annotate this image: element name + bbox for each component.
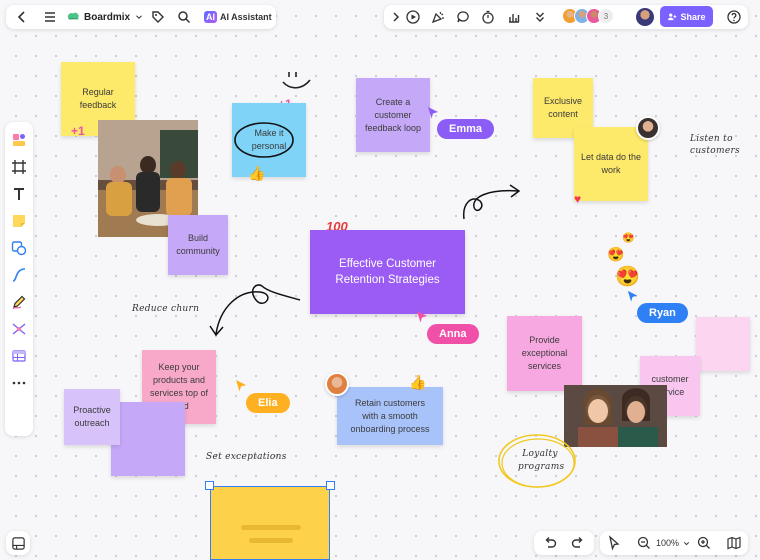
sticky-note-text: Let data do the work bbox=[580, 152, 642, 175]
sticky-note-build-community[interactable]: Build community bbox=[168, 215, 228, 275]
redo-icon[interactable] bbox=[566, 531, 590, 555]
sticky-note-text: Provide exceptional services bbox=[521, 335, 568, 371]
zoom-in-icon[interactable] bbox=[692, 531, 716, 555]
cursor-tag-emma: Emma bbox=[437, 119, 495, 139]
brand-menu[interactable]: Boardmix bbox=[66, 5, 144, 29]
brand-name: Boardmix bbox=[84, 11, 131, 23]
sticky-note-background[interactable] bbox=[696, 317, 750, 371]
smiley-doodle bbox=[282, 72, 311, 89]
zoom-bar: 100% bbox=[600, 531, 748, 555]
thumbs-up-icon: 👍 bbox=[248, 165, 266, 181]
selected-sticky-note[interactable] bbox=[210, 486, 330, 560]
left-toolbar bbox=[5, 122, 33, 436]
add-user-icon bbox=[668, 13, 677, 20]
menu-icon[interactable] bbox=[38, 5, 62, 29]
sticky-note-exceptional-services[interactable]: Provide exceptional services bbox=[507, 316, 582, 391]
thumbs-up-icon: 👍 bbox=[409, 374, 427, 390]
back-icon[interactable] bbox=[10, 5, 34, 29]
connector-icon[interactable] bbox=[8, 264, 30, 286]
cursor-icon bbox=[417, 311, 427, 323]
more-icon[interactable] bbox=[8, 372, 30, 394]
cursor-tag-ryan: Ryan bbox=[637, 303, 688, 323]
avatar bbox=[325, 372, 349, 396]
text-icon[interactable] bbox=[8, 183, 30, 205]
sticky-note-text: Create a customer feedback loop bbox=[364, 96, 422, 133]
boardmix-logo-icon bbox=[67, 12, 79, 20]
avatar bbox=[636, 116, 660, 140]
cursor-icon bbox=[236, 380, 246, 392]
cursor-tag-elia: Elia bbox=[246, 393, 290, 413]
mind-map-icon[interactable] bbox=[8, 318, 30, 340]
shapes-icon[interactable] bbox=[8, 237, 30, 259]
timer-icon[interactable] bbox=[476, 5, 500, 29]
select-pointer-icon[interactable] bbox=[602, 531, 626, 555]
curly-arrow-doodle bbox=[463, 184, 521, 220]
central-topic-card[interactable]: Effective Customer Retention Strategies bbox=[310, 230, 465, 314]
chevron-down-icon bbox=[683, 541, 690, 545]
search-icon[interactable] bbox=[172, 5, 196, 29]
central-topic-title: Effective Customer Retention Strategies bbox=[335, 258, 440, 286]
annotation-loyalty-programs: Loyalty programs bbox=[518, 449, 565, 472]
plus-one-badge: +1 bbox=[71, 124, 85, 138]
top-left-toolbar: Boardmix AI AI Assistant bbox=[6, 5, 276, 29]
sticky-note-text: Proactive outreach bbox=[73, 405, 111, 428]
annotation-reduce-churn: Reduce churn bbox=[132, 304, 200, 314]
sticky-note-text: Exclusive content bbox=[543, 96, 582, 119]
layout-icon bbox=[11, 536, 25, 550]
double-chevron-down-icon[interactable] bbox=[528, 5, 552, 29]
sticky-note-text: Regular feedback bbox=[79, 87, 117, 110]
sticky-note-proactive-outreach[interactable]: Proactive outreach bbox=[64, 389, 120, 445]
chevron-down-icon bbox=[136, 15, 142, 19]
annotation-listen: Listen to customers bbox=[690, 134, 740, 156]
share-label: Share bbox=[680, 11, 706, 22]
map-icon[interactable] bbox=[722, 531, 746, 555]
ai-icon: AI bbox=[204, 11, 217, 23]
selection-handle[interactable] bbox=[326, 481, 335, 490]
selection-handle[interactable] bbox=[205, 481, 214, 490]
templates-icon[interactable] bbox=[8, 129, 30, 151]
ai-assistant-button[interactable]: AI AI Assistant bbox=[204, 5, 272, 29]
emoji-reaction: 😍 bbox=[607, 246, 625, 262]
sticky-note-feedback-loop[interactable]: Create a customer feedback loop bbox=[356, 78, 430, 152]
placeholder-line bbox=[249, 538, 293, 543]
current-user-avatar[interactable] bbox=[636, 8, 654, 26]
play-icon[interactable] bbox=[401, 5, 425, 29]
cursor-icon bbox=[428, 107, 438, 119]
share-button[interactable]: Share bbox=[660, 6, 713, 27]
collaborator-avatars[interactable]: 3 bbox=[562, 8, 614, 26]
cursor-tag-anna: Anna bbox=[427, 324, 479, 344]
minimap-toggle[interactable] bbox=[6, 531, 30, 555]
frame-icon[interactable] bbox=[8, 156, 30, 178]
heart-icon: ♥ bbox=[574, 192, 582, 206]
zoom-level-select[interactable]: 100% bbox=[656, 531, 691, 555]
emoji-reaction: 😍 bbox=[615, 266, 640, 288]
comment-icon[interactable] bbox=[451, 5, 475, 29]
placeholder-line bbox=[241, 525, 301, 530]
zoom-level: 100% bbox=[656, 538, 680, 548]
avatar-overflow-count: 3 bbox=[598, 8, 614, 24]
undo-icon[interactable] bbox=[538, 531, 562, 555]
top-right-toolbar: 3 Share bbox=[384, 5, 748, 29]
zoom-out-icon[interactable] bbox=[632, 531, 656, 555]
sticky-note-icon[interactable] bbox=[8, 210, 30, 232]
sticky-note-text: Build community bbox=[176, 233, 220, 256]
pen-icon[interactable] bbox=[8, 291, 30, 313]
sticky-note-let-data[interactable]: Let data do the work bbox=[574, 127, 648, 201]
sticky-note-onboarding[interactable]: Retain customers with a smooth onboardin… bbox=[337, 387, 443, 445]
ai-assistant-label: AI Assistant bbox=[220, 12, 272, 22]
vote-icon[interactable] bbox=[502, 5, 526, 29]
circle-scribble bbox=[234, 122, 294, 158]
sticky-note-background[interactable] bbox=[111, 402, 185, 476]
loop-arrow-doodle bbox=[209, 284, 301, 337]
cursor-icon bbox=[627, 290, 638, 302]
table-icon[interactable] bbox=[8, 345, 30, 367]
help-icon[interactable] bbox=[722, 5, 746, 29]
tag-icon[interactable] bbox=[146, 5, 170, 29]
celebrate-icon[interactable] bbox=[426, 5, 450, 29]
emoji-reaction: 😍 bbox=[622, 233, 635, 244]
sticky-note-text: Retain customers with a smooth onboardin… bbox=[350, 397, 430, 434]
undo-redo-bar bbox=[534, 531, 594, 555]
annotation-set-exceptations: Set exceptations bbox=[206, 452, 287, 462]
